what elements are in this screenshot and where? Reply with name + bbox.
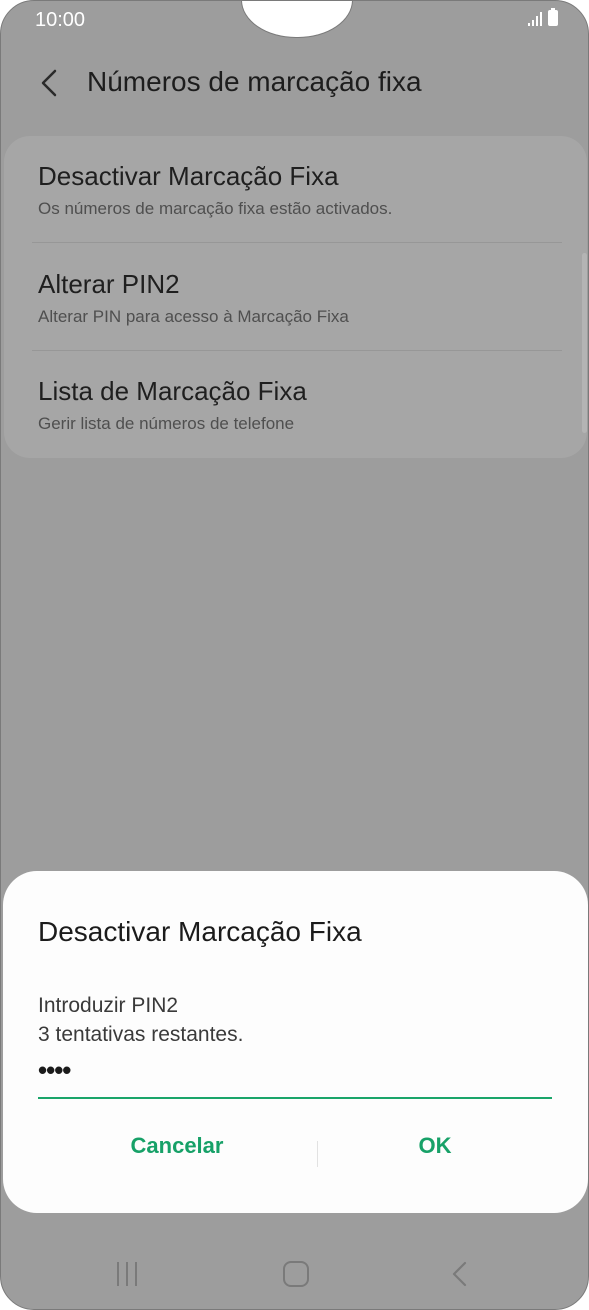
dialog-attempts: 3 tentativas restantes.: [38, 1023, 244, 1046]
settings-item-title: Lista de Marcação Fixa: [38, 376, 307, 406]
phone-screen: 10:00 Números de marcação fixa Desactiva…: [0, 0, 589, 1310]
dialog-title: Desactivar Marcação Fixa: [38, 916, 362, 947]
settings-item-subtitle: Gerir lista de números de telefone: [38, 414, 295, 433]
back-arrow-icon[interactable]: [37, 67, 65, 99]
nav-back-icon[interactable]: [451, 1261, 469, 1287]
recents-icon[interactable]: [117, 1262, 137, 1286]
settings-item-subtitle: Alterar PIN para acesso à Marcação Fixa: [38, 307, 349, 326]
divider: [32, 242, 562, 243]
pin2-value: ••••: [38, 1055, 71, 1085]
scrollbar[interactable]: [582, 253, 587, 433]
pin2-dialog: Desactivar Marcação Fixa Introduzir PIN2…: [3, 871, 588, 1213]
status-time: 10:00: [35, 9, 86, 31]
cancel-button[interactable]: Cancelar: [57, 1133, 297, 1159]
settings-item-fdn-list[interactable]: Lista de Marcação Fixa Gerir lista de nú…: [38, 376, 558, 434]
navigation-bar: [1, 1237, 588, 1309]
signal-icon: [528, 10, 542, 26]
pin2-input[interactable]: ••••: [38, 1049, 552, 1099]
app-header: Números de marcação fixa: [1, 53, 588, 113]
settings-item-subtitle: Os números de marcação fixa estão activa…: [38, 199, 393, 218]
ok-button[interactable]: OK: [315, 1133, 555, 1159]
dialog-prompt: Introduzir PIN2: [38, 994, 179, 1017]
settings-item-change-pin2[interactable]: Alterar PIN2 Alterar PIN para acesso à M…: [38, 269, 558, 327]
settings-item-disable-fdn[interactable]: Desactivar Marcação Fixa Os números de m…: [38, 161, 558, 219]
settings-list: Desactivar Marcação Fixa Os números de m…: [4, 136, 587, 458]
home-icon[interactable]: [283, 1261, 309, 1287]
status-icons: [528, 8, 558, 26]
battery-icon: [548, 8, 558, 26]
divider: [32, 350, 562, 351]
settings-item-title: Desactivar Marcação Fixa: [38, 161, 339, 191]
settings-item-title: Alterar PIN2: [38, 269, 180, 299]
page-title: Números de marcação fixa: [87, 66, 422, 97]
